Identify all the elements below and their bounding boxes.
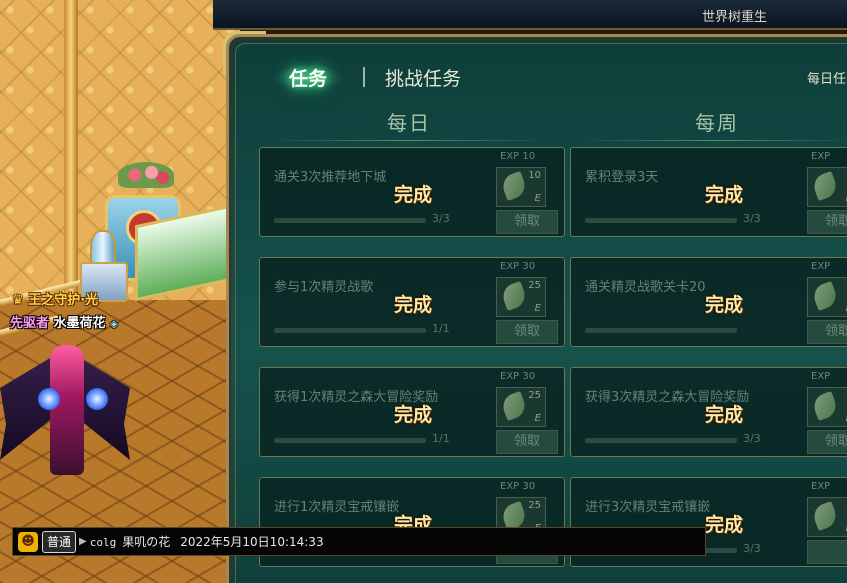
game-scene: ♛ 王之守护·光 先驱者 水墨荷花 ◈ 世界树重生 任务 挑战任务 每日任 每日… [0,0,847,583]
chat-source: colg [89,536,117,549]
task-card: 通关3次推荐地下城 完成 3/3 EXP 10 10 E 领取 [259,147,565,237]
reward-slot[interactable]: E [807,167,847,207]
character-title: ♛ 王之守护·光 [12,293,99,308]
quest-tabs: 任务 挑战任务 [273,59,461,95]
claim-button[interactable] [807,540,847,564]
task-complete-label: 完成 [704,404,743,426]
weekly-header: 每周 [567,107,847,141]
chat-bar: ☻ 普通 ▶ colg 果叽の花 2022年5月10日10:14:33 [12,527,706,556]
leaf-icon [499,170,529,202]
reward-count: 25 [528,500,541,511]
chat-channel-button[interactable]: 普通 [42,530,77,553]
daily-header: 每日 [259,107,559,141]
flower-decoration [118,162,174,188]
leaf-icon [810,500,840,532]
quest-panel: 任务 挑战任务 每日任 每日 每周 通关3次推荐地下城 完成 3/3 EXP 10 10… [223,31,847,583]
player-character[interactable] [0,330,130,485]
reward-tag: E [534,413,541,424]
task-progress-text: 1/1 [432,432,450,445]
task-progress-bar [274,218,426,223]
claim-button[interactable]: 领取 [496,320,558,344]
character-name: 水墨荷花 [53,316,106,331]
exp-label: EXP 30 [500,371,536,382]
crown-icon: ♛ [12,293,24,308]
task-progress-bar [274,438,426,443]
task-complete-label: 完成 [704,294,743,316]
reward-slot[interactable]: 25 E [496,387,546,427]
reward-slot[interactable]: E [807,277,847,317]
map-title: 世界树重生 [701,10,767,25]
exp-label: EXP 30 [500,261,536,272]
chat-message: colg 果叽の花 2022年5月10日10:14:33 [90,533,324,550]
chevron-right-icon: ▶ [79,536,87,547]
leaf-icon [810,390,840,422]
exp-label: EXP 10 [500,151,536,162]
task-card: 通关精灵战歌关卡20完成EXPE领取 [570,257,847,347]
daily-link[interactable]: 每日任 [807,68,846,87]
exp-label: EXP 30 [500,481,536,492]
reward-count: 10 [528,170,541,181]
exp-label: EXP [811,261,831,272]
tab-divider [363,67,366,87]
task-progress-text: 3/3 [432,212,450,225]
diamond-icon: ◈ [110,319,118,330]
claim-button[interactable]: 领取 [496,210,558,234]
reward-count: 25 [528,280,541,291]
task-complete-label: 完成 [704,184,743,206]
task-progress-text: 1/1 [432,322,450,335]
tab-quests[interactable]: 任务 [273,63,344,91]
claim-button[interactable]: 领取 [807,210,847,234]
exp-label: EXP [811,151,831,162]
leaf-icon [810,170,840,202]
character-nameplate[interactable]: 先驱者 水墨荷花 ◈ [10,312,118,331]
reward-count: 25 [528,390,541,401]
task-card: 累积登录3天完成3/3EXPE领取 [570,147,847,237]
leaf-icon [499,390,529,422]
task-progress-text: 3/3 [743,542,761,555]
exp-label: EXP [811,371,831,382]
claim-button[interactable]: 领取 [807,320,847,344]
reward-tag: E [534,193,541,204]
reward-slot[interactable]: E [807,497,847,537]
reward-tag: E [534,303,541,314]
task-progress-bar [274,328,426,333]
smile-icon[interactable]: ☻ [18,531,38,552]
map-banner: 世界树重生 [213,0,847,30]
panel-corner-ornament [223,31,266,74]
task-card: 获得3次精灵之森大冒险奖励完成3/3EXPE领取 [570,367,847,457]
reward-slot[interactable]: E [807,387,847,427]
chat-timestamp: 2022年5月10日10:14:33 [180,535,324,549]
tab-challenge-quests[interactable]: 挑战任务 [385,64,461,91]
task-progress-bar [585,328,737,333]
task-progress-bar [585,218,737,223]
task-progress-text: 3/3 [743,432,761,445]
claim-button[interactable]: 领取 [496,430,558,454]
claim-button[interactable]: 领取 [807,430,847,454]
leaf-icon [810,280,840,312]
reward-slot[interactable]: 10 E [496,167,546,207]
chat-author: 果叽の花 [122,535,171,549]
leaf-icon [499,280,529,312]
character-role: 先驱者 [10,316,50,331]
exp-label: EXP [811,481,831,492]
task-card: 获得1次精灵之森大冒险奖励 完成 1/1 EXP 30 25 E 领取 [259,367,565,457]
task-progress-bar [585,438,737,443]
reward-slot[interactable]: 25 E [496,277,546,317]
task-card: 参与1次精灵战歌 完成 1/1 EXP 30 25 E 领取 [259,257,565,347]
gold-pillar [64,0,78,300]
task-progress-text: 3/3 [743,212,761,225]
